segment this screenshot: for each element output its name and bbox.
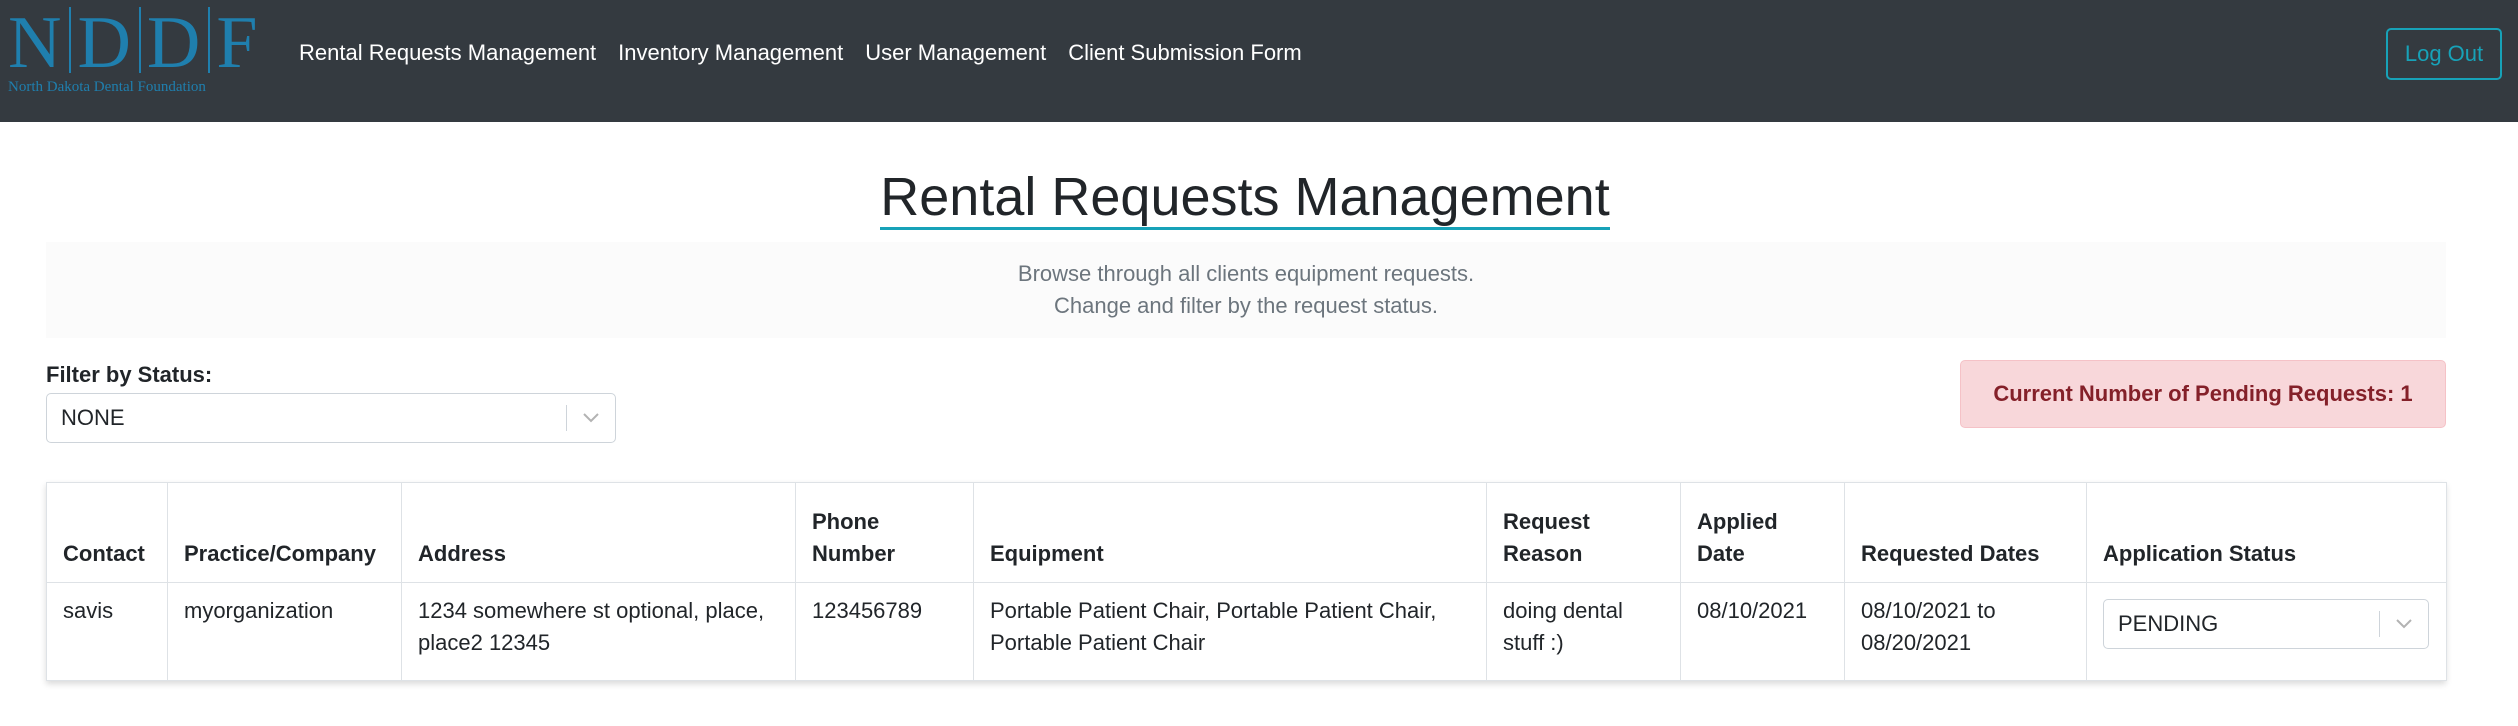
pending-requests-alert: Current Number of Pending Requests: 1	[1960, 360, 2446, 428]
filter-label: Filter by Status:	[46, 362, 213, 387]
table-row: savis myorganization 1234 somewhere st o…	[46, 582, 2447, 681]
column-header: Requested Dates	[1844, 482, 2087, 583]
cell-company: myorganization	[167, 582, 402, 681]
logo-divider	[69, 7, 72, 73]
cell-equipment: Portable Patient Chair, Portable Patient…	[973, 582, 1487, 681]
logo-divider	[138, 7, 141, 73]
nav-links: Rental Requests Management Inventory Man…	[299, 0, 1302, 106]
cell-address: 1234 somewhere st optional, place, place…	[401, 582, 796, 681]
cell-requested-dates: 08/10/2021 to 08/20/2021	[1844, 582, 2087, 681]
application-status-value: PENDING	[2118, 611, 2219, 636]
page-title-text: Rental Requests Management	[880, 167, 1610, 230]
intro-box: Browse through all clients equipment req…	[46, 242, 2446, 338]
table-header-row: Contact Practice/Company Address Phone N…	[46, 482, 2447, 583]
top-navbar: NDDF North Dakota Dental Foundation Rent…	[0, 0, 2518, 122]
column-header: Applied Date	[1680, 482, 1845, 583]
nav-link-rental-requests[interactable]: Rental Requests Management	[299, 40, 596, 66]
logo-letter: D	[146, 2, 203, 84]
cell-application-status: PENDING	[2086, 582, 2447, 681]
cell-phone: 123456789	[795, 582, 974, 681]
column-header: Request Reason	[1486, 482, 1681, 583]
logo-letters: NDDF	[8, 6, 260, 80]
logo-letter: F	[216, 2, 260, 84]
column-header: Contact	[46, 482, 168, 583]
column-header: Phone Number	[795, 482, 974, 583]
logo-divider	[208, 7, 211, 73]
logout-button[interactable]: Log Out	[2386, 28, 2502, 80]
status-filter-select[interactable]: NONE	[46, 393, 616, 443]
column-header: Equipment	[973, 482, 1487, 583]
nav-link-client-submission[interactable]: Client Submission Form	[1068, 40, 1302, 66]
application-status-select[interactable]: PENDING	[2103, 599, 2429, 649]
cell-contact: savis	[46, 582, 168, 681]
requests-table: Contact Practice/Company Address Phone N…	[46, 482, 2447, 681]
nav-link-inventory[interactable]: Inventory Management	[618, 40, 843, 66]
column-header: Practice/Company	[167, 482, 402, 583]
nddf-logo[interactable]: NDDF North Dakota Dental Foundation	[8, 6, 258, 102]
intro-line: Browse through all clients equipment req…	[1017, 261, 1475, 286]
logo-letter: N	[8, 2, 64, 84]
cell-applied-date: 08/10/2021	[1680, 582, 1845, 681]
intro-line: Change and filter by the request status.	[1053, 293, 1438, 318]
chevron-down-icon[interactable]	[567, 413, 615, 423]
chevron-down-icon[interactable]	[2380, 619, 2428, 629]
logo-subtitle: North Dakota Dental Foundation	[8, 79, 206, 95]
column-header: Address	[401, 482, 796, 583]
logo-letter: D	[77, 2, 133, 84]
page-title: Rental Requests Management	[0, 162, 2490, 232]
cell-reason: doing dental stuff :)	[1486, 582, 1681, 681]
requests-table-container: Contact Practice/Company Address Phone N…	[46, 482, 2447, 681]
nav-link-user-management[interactable]: User Management	[865, 40, 1046, 66]
column-header: Application Status	[2086, 482, 2447, 583]
status-filter-value: NONE	[61, 405, 125, 430]
